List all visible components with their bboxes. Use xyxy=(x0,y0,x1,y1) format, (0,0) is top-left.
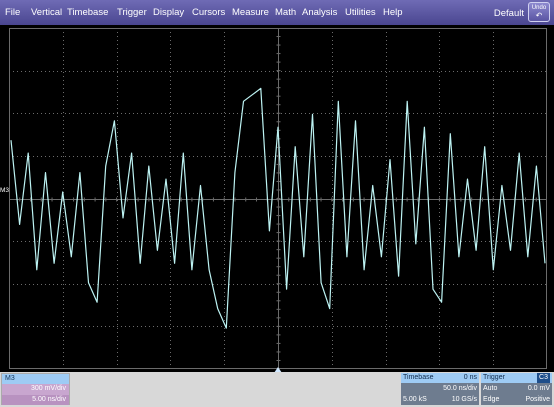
menu-utilities[interactable]: Utilities xyxy=(345,7,376,18)
channel-marker-m3[interactable]: M3 xyxy=(0,187,9,194)
menu-math[interactable]: Math xyxy=(275,7,296,18)
menu-timebase[interactable]: Timebase xyxy=(67,7,108,18)
channel-name: M3 xyxy=(2,374,69,384)
menu-file[interactable]: File xyxy=(5,7,20,18)
waveform-display[interactable] xyxy=(9,28,547,369)
trigger-mode: Auto xyxy=(483,385,498,392)
timebase-title: Timebase xyxy=(403,374,434,381)
menu-trigger[interactable]: Trigger xyxy=(117,7,147,18)
waveform-grid xyxy=(9,28,547,369)
menu-vertical[interactable]: Vertical xyxy=(31,7,62,18)
channel-vdiv: 300 mV/div xyxy=(2,384,69,395)
menu-help[interactable]: Help xyxy=(383,7,403,18)
menu-measure[interactable]: Measure xyxy=(232,7,269,18)
trigger-title: Trigger xyxy=(483,374,505,381)
undo-button[interactable]: Undo ↶ xyxy=(528,2,550,22)
menu-display[interactable]: Display xyxy=(153,7,184,18)
undo-icon: ↶ xyxy=(535,11,543,20)
trigger-type: Edge xyxy=(483,396,500,403)
channel-tdiv: 5.00 ns/div xyxy=(2,394,69,405)
menu-analysis[interactable]: Analysis xyxy=(302,7,337,18)
timebase-rate: 10 GS/s xyxy=(451,396,477,403)
timebase-tdiv: 50.0 ns/div xyxy=(443,385,477,392)
trigger-level: 0.0 mV xyxy=(527,385,550,392)
timebase-samples: 5.00 kS xyxy=(403,396,427,403)
default-setup-button[interactable]: Default xyxy=(494,8,524,19)
trigger-channel-badge: C3 xyxy=(537,373,550,383)
channel-descriptor-m3[interactable]: M3 300 mV/div 5.00 ns/div xyxy=(1,373,70,405)
timebase-offset: 0 ns xyxy=(463,374,477,381)
timebase-descriptor[interactable]: Timebase 0 ns 50.0 ns/div 5.00 kS 10 GS/… xyxy=(401,373,479,405)
trigger-descriptor[interactable]: Trigger C3 Auto 0.0 mV Edge Positive xyxy=(481,373,552,405)
menu-bar: File Vertical Timebase Trigger Display C… xyxy=(0,0,554,25)
trigger-slope: Positive xyxy=(525,396,550,403)
menu-cursors[interactable]: Cursors xyxy=(192,7,225,18)
